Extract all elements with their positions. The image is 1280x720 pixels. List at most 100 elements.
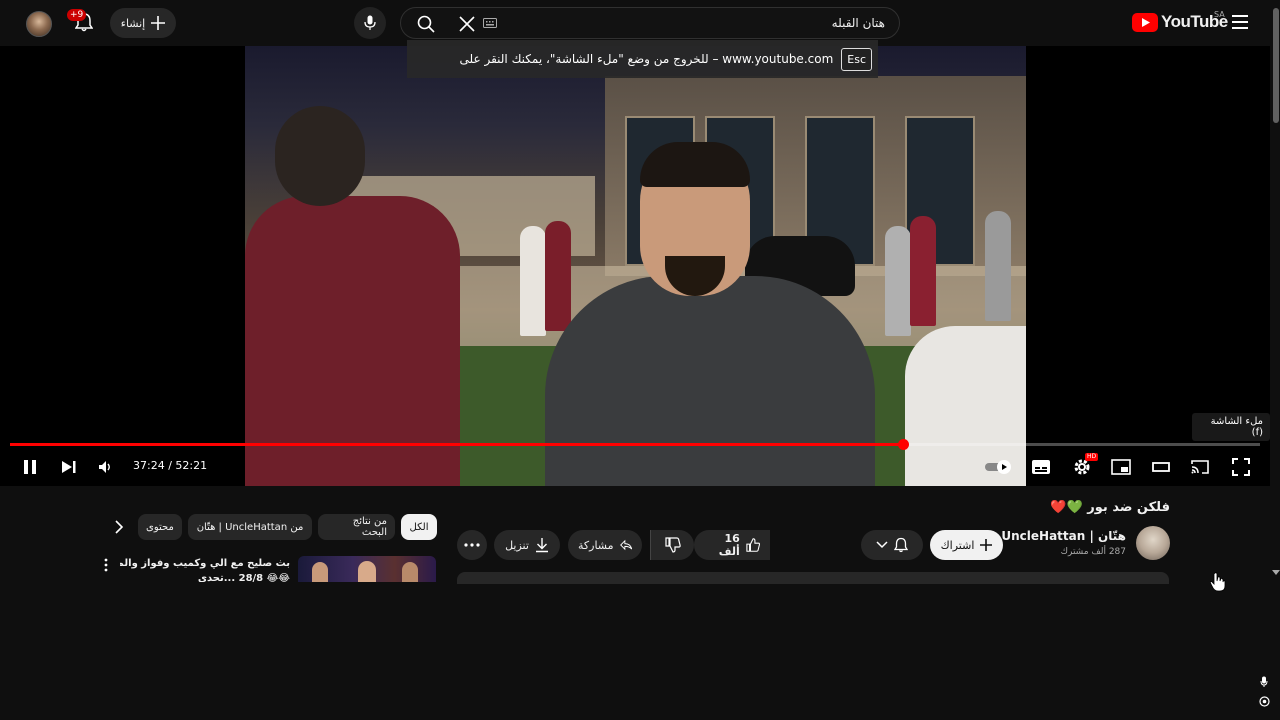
microphone-icon <box>364 15 376 30</box>
cast-button[interactable] <box>1189 455 1211 479</box>
account-avatar[interactable] <box>26 11 52 37</box>
theater-mode-icon <box>1152 462 1170 472</box>
settings-button[interactable]: HD <box>1070 453 1099 479</box>
watch-below: فلكن ضد بور 💚❤️ هتّان | UncleHattan 287 … <box>0 486 1280 720</box>
region-code: SA <box>1214 10 1225 19</box>
search-box[interactable]: هتان القبله <box>400 7 900 39</box>
esc-key: Esc <box>841 47 872 71</box>
video-frame[interactable] <box>245 46 1026 486</box>
plus-icon <box>980 539 993 551</box>
next-button[interactable] <box>59 455 79 479</box>
miniplayer-button[interactable] <box>1110 455 1132 479</box>
progress-played <box>10 443 903 446</box>
skip-next-icon <box>62 461 76 473</box>
download-label: تنزيل <box>505 538 529 552</box>
bg-person <box>885 226 911 336</box>
person-main <box>545 276 875 486</box>
notifications-badge: +9 <box>67 9 87 21</box>
related-title-line1: بث صليح مع الي وكميب وفواز والمكسيكي <box>120 558 290 569</box>
notification-preferences-button[interactable] <box>861 530 923 560</box>
chip-from-channel[interactable]: من UncleHattan | هتّان <box>188 514 312 540</box>
person-main-hair <box>640 142 750 187</box>
keyboard-icon[interactable] <box>483 18 497 28</box>
autoplay-toggle-icon <box>985 460 1011 474</box>
bg-person <box>520 226 546 336</box>
share-label: مشاركة <box>578 538 614 552</box>
mouse-cursor <box>1210 572 1226 592</box>
miniplayer-icon <box>1111 459 1131 475</box>
channel-avatar[interactable] <box>1136 526 1170 560</box>
more-vertical-icon <box>104 558 108 572</box>
chip-all[interactable]: الكل <box>401 514 437 540</box>
more-actions-button[interactable] <box>457 530 487 560</box>
pause-button[interactable] <box>20 455 40 479</box>
chips-next-button[interactable] <box>114 520 124 534</box>
dislike-button[interactable] <box>650 530 694 560</box>
menu-icon[interactable] <box>1232 14 1250 30</box>
voice-search-button[interactable] <box>354 7 386 39</box>
fullscreen-icon <box>1232 458 1250 476</box>
hd-badge: HD <box>1085 453 1099 461</box>
thumbnail-person <box>312 562 328 582</box>
scroll-down-arrow-icon[interactable] <box>1272 570 1280 576</box>
chip-from-search[interactable]: من نتائج البحث <box>318 514 395 540</box>
video-player[interactable]: ملء الشاشة (f) 37:24 / 52:21 HD <box>0 46 1270 486</box>
mic-indicator-icon <box>1260 676 1268 688</box>
like-count: 16 ألف <box>718 532 740 558</box>
thumbs-down-icon <box>664 537 681 553</box>
share-icon <box>619 539 632 551</box>
fullscreen-notice-text: www.youtube.com – للخروج من وضع "ملء الش… <box>459 52 834 66</box>
related-item-menu[interactable] <box>104 558 108 572</box>
fullscreen-tooltip: ملء الشاشة (f) <box>1192 413 1270 441</box>
person-left-head <box>275 106 365 206</box>
create-button[interactable]: إنشاء <box>110 8 176 38</box>
subtitles-button[interactable] <box>1030 455 1052 479</box>
progress-bar[interactable] <box>10 439 1260 450</box>
autoplay-toggle[interactable] <box>984 455 1014 479</box>
channel-name[interactable]: هتّان | UncleHattan <box>1001 529 1126 543</box>
download-button[interactable]: تنزيل <box>494 530 560 560</box>
volume-icon <box>99 461 110 473</box>
subscriber-count: 287 ألف مشترك <box>1060 547 1126 557</box>
subtitles-icon <box>1032 460 1050 474</box>
like-button[interactable]: 16 ألف <box>694 530 770 560</box>
description-box[interactable] <box>457 572 1169 584</box>
related-item-title[interactable]: بث صليح مع الي وكميب وفواز والمكسيكي 😂😂 … <box>120 556 290 582</box>
youtube-play-logo-icon <box>1132 12 1158 32</box>
hand-cursor-icon <box>1210 572 1226 592</box>
search-icon[interactable] <box>417 15 435 33</box>
clear-search-icon[interactable] <box>458 15 476 33</box>
cast-icon <box>1191 460 1209 474</box>
bg-person <box>545 221 571 331</box>
scrollbar-thumb[interactable] <box>1273 8 1279 123</box>
mute-button[interactable] <box>96 455 116 479</box>
notifications-button[interactable]: +9 <box>67 9 97 34</box>
thumbnail-person <box>358 561 376 582</box>
share-button[interactable]: مشاركة <box>568 530 642 560</box>
chevron-down-icon <box>876 541 888 549</box>
subscribe-label: اشتراك <box>940 538 975 552</box>
search-input[interactable]: هتان القبله <box>832 16 885 30</box>
fullscreen-exit-button[interactable] <box>1230 455 1252 479</box>
more-horizontal-icon <box>464 543 480 547</box>
thumbnail-person <box>402 562 418 582</box>
create-label: إنشاء <box>120 16 146 30</box>
bg-person <box>910 216 936 326</box>
related-title-line2: 😂😂 28/8 ...تحدي <box>197 573 290 582</box>
progress-scrubber[interactable] <box>897 439 909 450</box>
fullscreen-notice: www.youtube.com – للخروج من وضع "ملء الش… <box>407 40 878 78</box>
thumbs-up-icon <box>746 538 760 552</box>
location-indicator-icon <box>1259 696 1270 707</box>
theater-mode-button[interactable] <box>1150 455 1172 479</box>
bell-icon <box>894 537 908 553</box>
pause-icon <box>24 460 36 474</box>
related-thumbnail[interactable] <box>298 556 436 582</box>
plus-icon <box>151 16 166 30</box>
subscribe-button[interactable]: اشتراك <box>930 530 1003 560</box>
chip-related[interactable]: محتوى <box>138 514 182 540</box>
chevron-right-icon <box>115 520 124 534</box>
download-icon <box>535 538 548 553</box>
time-display: 37:24 / 52:21 <box>133 459 208 472</box>
video-title: فلكن ضد بور 💚❤️ <box>1050 500 1170 515</box>
bg-person <box>985 211 1011 321</box>
